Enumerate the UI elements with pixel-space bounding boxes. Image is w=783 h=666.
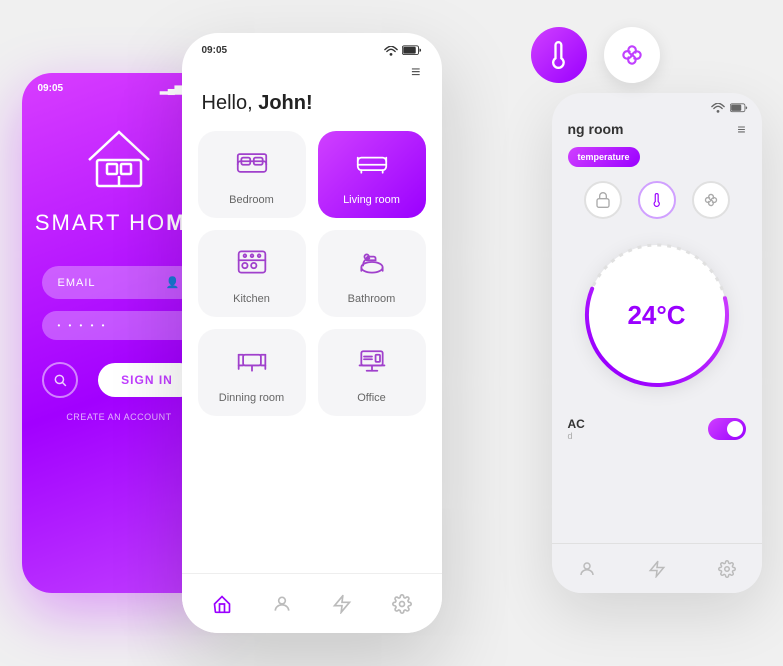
user-icon: 👤 (166, 276, 181, 289)
kitchen-icon (236, 246, 268, 285)
room-card-dinning-room[interactable]: Dinning room (198, 329, 306, 416)
rooms-grid: Bedroom Living room (182, 131, 442, 416)
room-card-bedroom[interactable]: Bedroom (198, 131, 306, 218)
search-button[interactable] (42, 362, 78, 398)
ac-sub: d (568, 431, 585, 441)
room-header-right: ng room ≡ (552, 117, 762, 141)
create-account-link[interactable]: CREATE AN ACCOUNT (42, 412, 197, 422)
bottom-section-right: AC d (552, 403, 762, 455)
floating-thermometer-icon (531, 27, 587, 83)
tab-temperature[interactable]: temperature (568, 147, 640, 167)
nav-profile[interactable] (264, 586, 300, 622)
right-nav-settings[interactable] (709, 551, 745, 587)
ac-info: AC d (568, 417, 585, 441)
bedroom-icon (236, 147, 268, 186)
status-icons-center (384, 45, 422, 56)
office-icon (356, 345, 388, 384)
nav-activity[interactable] (324, 586, 360, 622)
room-card-bathroom[interactable]: Bathroom (318, 230, 426, 317)
thermostat-area: 24°C (552, 235, 762, 395)
phone-right: ng room ≡ temperature (552, 93, 762, 593)
office-label: Office (357, 392, 386, 404)
right-nav-activity[interactable] (639, 551, 675, 587)
time-center: 09:05 (202, 45, 228, 56)
dinning-room-label: Dinning room (219, 392, 284, 404)
email-label: EMAIL (58, 277, 96, 289)
dinning-room-icon (236, 345, 268, 384)
password-input[interactable]: • • • • • (42, 311, 197, 340)
ac-toggle[interactable] (708, 418, 746, 440)
bedroom-label: Bedroom (229, 194, 274, 206)
thermostat-ring[interactable]: 24°C (587, 245, 727, 385)
room-card-office[interactable]: Office (318, 329, 426, 416)
living-room-label: Living room (343, 194, 400, 206)
greeting-prefix: Hello, (202, 92, 259, 114)
control-icons-row (552, 173, 762, 227)
menu-icon[interactable]: ≡ (182, 62, 442, 84)
living-room-icon (356, 147, 388, 186)
menu-icon-right[interactable]: ≡ (737, 121, 745, 137)
password-dots: • • • • • (58, 321, 108, 330)
thermometer-icon-btn[interactable] (638, 181, 676, 219)
email-input[interactable]: EMAIL 👤 (42, 266, 197, 299)
temp-value: 24°C (627, 300, 685, 331)
ac-label: AC (568, 417, 585, 431)
kitchen-label: Kitchen (233, 293, 270, 305)
status-bar-center: 09:05 (182, 33, 442, 62)
bottom-nav-right (552, 543, 762, 593)
ac-row: AC d (568, 411, 746, 447)
lock-icon-btn[interactable] (584, 181, 622, 219)
room-card-living-room[interactable]: Living room (318, 131, 426, 218)
bathroom-label: Bathroom (348, 293, 396, 305)
time-left: 09:05 (38, 83, 64, 96)
phone-center: 09:05 ≡ Hello, John! (182, 33, 442, 633)
nav-settings[interactable] (384, 586, 420, 622)
room-title-right: ng room (568, 121, 624, 137)
greeting-text: Hello, John! (182, 84, 442, 131)
bottom-nav-center (182, 573, 442, 633)
control-tabs: temperature (552, 141, 762, 173)
floating-fan-icon (604, 27, 660, 83)
nav-home[interactable] (204, 586, 240, 622)
fan-icon-btn[interactable] (692, 181, 730, 219)
right-nav-profile[interactable] (569, 551, 605, 587)
status-bar-right (552, 93, 762, 117)
user-name: John! (258, 92, 312, 114)
signal-icon: ▂▄▆ (160, 84, 182, 95)
room-card-kitchen[interactable]: Kitchen (198, 230, 306, 317)
bathroom-icon (356, 246, 388, 285)
